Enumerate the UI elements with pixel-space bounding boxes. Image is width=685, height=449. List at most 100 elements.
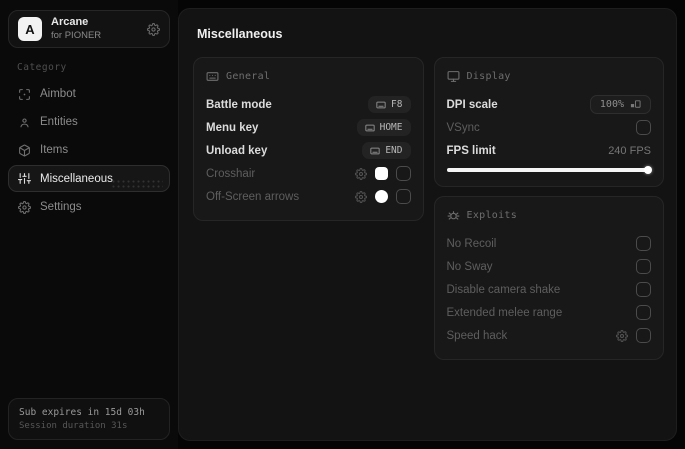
setting-row-no-sway: No Sway	[446, 255, 651, 278]
dpi-scale-select[interactable]: 100%	[589, 95, 651, 114]
keybind-button[interactable]: END	[362, 142, 411, 159]
setting-controls	[616, 328, 651, 343]
general-card-header: General	[206, 70, 411, 83]
setting-label: FPS limit	[446, 144, 496, 157]
setting-row-crosshair: Crosshair	[206, 162, 411, 185]
gear-icon	[18, 200, 31, 214]
keybind-value: HOME	[379, 122, 403, 133]
exploits-card-header: Exploits	[447, 209, 652, 222]
sliders-icon	[18, 172, 31, 185]
sidebar-item-settings[interactable]: Settings	[8, 194, 170, 220]
setting-label: Battle mode	[206, 98, 272, 111]
general-card-title: General	[226, 71, 271, 82]
keybind-button[interactable]: F8	[368, 96, 411, 113]
color-swatch[interactable]	[374, 190, 388, 203]
dpi-scale-value: 100%	[599, 99, 624, 110]
no-recoil-checkbox[interactable]	[636, 236, 651, 251]
gear-icon[interactable]	[147, 22, 160, 36]
setting-row-extended-melee-range: Extended melee range	[446, 301, 651, 324]
setting-label: No Sway	[446, 260, 493, 273]
display-card-header: Display	[447, 70, 652, 83]
active-item-dots-texture	[111, 179, 163, 188]
setting-row-menu-key: Menu key HOME	[206, 116, 411, 139]
sub-expires-text: Sub expires in 15d 03h	[19, 407, 145, 418]
display-card: Display DPI scale 100% VSync FPS limit 2…	[433, 57, 664, 187]
sidebar-item-label: Miscellaneous	[40, 172, 113, 185]
setting-label: No Recoil	[446, 237, 497, 250]
entities-icon	[18, 116, 31, 129]
setting-controls	[354, 166, 411, 181]
setting-label: VSync	[446, 121, 480, 134]
settings-columns: General Battle mode F8 Menu key HOME Unl…	[193, 57, 664, 360]
slider-knob[interactable]	[644, 166, 652, 174]
setting-label: Off-Screen arrows	[206, 190, 300, 203]
app-titles: Arcane for PIONER	[51, 16, 138, 42]
setting-row-speed-hack: Speed hack	[446, 324, 651, 347]
crosshair-checkbox[interactable]	[395, 166, 411, 181]
app-name: Arcane	[51, 16, 89, 29]
left-column: General Battle mode F8 Menu key HOME Unl…	[193, 57, 424, 221]
app-subtitle: for PIONER	[51, 29, 102, 41]
app-logo-card: A Arcane for PIONER	[8, 10, 170, 48]
keybind-button[interactable]: HOME	[356, 119, 411, 136]
fps-limit-slider[interactable]	[446, 166, 652, 174]
setting-row-fps-limit: FPS limit 240 FPS	[447, 139, 652, 162]
gear-icon[interactable]	[354, 167, 367, 180]
no-sway-checkbox[interactable]	[636, 259, 651, 274]
setting-row-no-recoil: No Recoil	[446, 232, 651, 255]
setting-label: Crosshair	[206, 167, 256, 180]
setting-controls	[354, 189, 411, 204]
disable-camera-shake-checkbox[interactable]	[636, 282, 651, 297]
setting-row-offscreen-arrows: Off-Screen arrows	[206, 185, 411, 208]
sidebar: A Arcane for PIONER Category Aimbot Enti…	[0, 0, 178, 449]
keyboard-icon	[376, 100, 386, 110]
aimbot-icon	[18, 88, 31, 101]
setting-row-vsync: VSync	[446, 116, 651, 139]
main-panel: Miscellaneous General Battle mode F8 Men…	[178, 8, 677, 441]
exploits-card-title: Exploits	[466, 210, 518, 221]
setting-label: Menu key	[206, 121, 259, 134]
sidebar-item-miscellaneous[interactable]: Miscellaneous	[8, 165, 170, 192]
monitor-icon	[447, 70, 460, 83]
gear-icon[interactable]	[354, 190, 367, 203]
items-icon	[18, 144, 31, 157]
display-card-title: Display	[466, 71, 511, 82]
setting-row-battle-mode: Battle mode F8	[206, 93, 411, 116]
sidebar-item-items[interactable]: Items	[8, 137, 170, 163]
offscreen-arrows-checkbox[interactable]	[395, 189, 411, 204]
session-duration-text: Session duration 31s	[19, 421, 128, 431]
right-column: Display DPI scale 100% VSync FPS limit 2…	[433, 57, 664, 360]
slider-fill	[446, 168, 651, 172]
setting-label: Disable camera shake	[446, 283, 561, 296]
scale-icon	[630, 99, 641, 110]
app-logo: A	[18, 17, 42, 41]
category-label: Category	[17, 62, 67, 73]
setting-label: Unload key	[206, 144, 268, 157]
setting-row-disable-camera-shake: Disable camera shake	[446, 278, 651, 301]
sidebar-item-label: Items	[40, 144, 69, 156]
bug-icon	[447, 209, 460, 222]
keybind-value: F8	[391, 99, 403, 110]
sidebar-nav: Aimbot Entities Items Miscellaneous Sett…	[8, 81, 170, 220]
setting-label: Speed hack	[446, 329, 508, 342]
setting-label: Extended melee range	[446, 306, 563, 319]
general-card: General Battle mode F8 Menu key HOME Unl…	[193, 57, 424, 221]
color-swatch[interactable]	[374, 167, 388, 180]
sidebar-item-entities[interactable]: Entities	[8, 109, 170, 135]
subscription-info-card: Sub expires in 15d 03h Session duration …	[8, 398, 170, 440]
extended-melee-range-checkbox[interactable]	[636, 305, 651, 320]
sidebar-item-label: Aimbot	[40, 88, 76, 100]
setting-row-dpi-scale: DPI scale 100%	[447, 93, 651, 116]
sidebar-item-label: Settings	[40, 201, 82, 213]
page-title: Miscellaneous	[197, 27, 283, 41]
speed-hack-checkbox[interactable]	[636, 328, 651, 343]
gear-icon[interactable]	[616, 329, 628, 342]
setting-row-unload-key: Unload key END	[206, 139, 411, 162]
keyboard-icon	[370, 146, 380, 156]
vsync-checkbox[interactable]	[636, 120, 651, 135]
keyboard-icon	[206, 70, 219, 83]
keybind-value: END	[385, 145, 403, 156]
exploits-card: Exploits No Recoil No Sway Disable camer…	[433, 196, 664, 360]
sidebar-item-aimbot[interactable]: Aimbot	[8, 81, 170, 107]
keyboard-icon	[364, 123, 375, 133]
